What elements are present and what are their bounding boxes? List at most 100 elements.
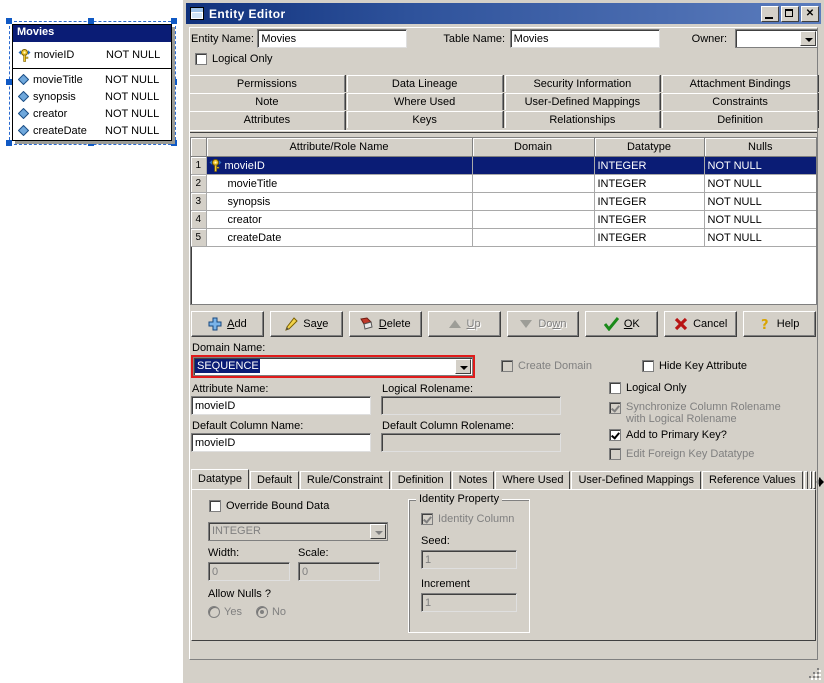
entity-attribute-row[interactable]: creator NOT NULL bbox=[18, 105, 171, 122]
logical-only-checkbox[interactable]: Logical Only bbox=[609, 382, 816, 394]
identity-column-checkbox[interactable]: Identity Column bbox=[421, 513, 514, 525]
hide-key-attribute-checkbox[interactable]: Hide Key Attribute bbox=[641, 360, 747, 372]
table-name-input[interactable] bbox=[509, 29, 660, 48]
cancel-button[interactable]: Cancel bbox=[664, 311, 738, 337]
tab-truncated[interactable]: D bbox=[803, 471, 808, 489]
tab-definition-bottom[interactable]: Definition bbox=[390, 471, 451, 489]
cell-nulls[interactable]: NOT NULL bbox=[704, 192, 816, 211]
add-to-primary-key-checkbox[interactable]: Add to Primary Key? bbox=[609, 429, 816, 441]
dialog-titlebar[interactable]: Entity Editor ✕ bbox=[186, 3, 821, 24]
cell-datatype[interactable]: INTEGER bbox=[594, 228, 705, 247]
scale-input[interactable] bbox=[298, 562, 380, 581]
cell-attribute-name[interactable]: synopsis bbox=[206, 192, 473, 211]
cell-nulls[interactable]: NOT NULL bbox=[704, 210, 816, 229]
synchronize-column-rolename-checkbox[interactable]: Synchronize Column Rolename with Logical… bbox=[609, 401, 816, 425]
allow-nulls-no-radio[interactable]: No bbox=[255, 606, 286, 618]
tab-constraints[interactable]: Constraints bbox=[662, 93, 818, 110]
cell-domain[interactable] bbox=[472, 210, 595, 229]
entity-attribute-row[interactable]: createDate NOT NULL bbox=[18, 122, 171, 139]
tab-where-used-bottom[interactable]: Where Used bbox=[495, 471, 571, 489]
diagram-canvas[interactable]: Movies movieID NOT NULL movieTitle NOT N… bbox=[0, 0, 183, 683]
cell-datatype[interactable]: INTEGER bbox=[594, 174, 705, 193]
tab-scroll-left-button[interactable] bbox=[809, 471, 820, 489]
cell-domain[interactable] bbox=[472, 192, 595, 211]
attributes-grid[interactable]: Attribute/Role Name Domain Datatype Null… bbox=[190, 137, 817, 305]
tab-attributes[interactable]: Attributes bbox=[189, 111, 345, 130]
logical-only-header-checkbox[interactable]: Logical Only bbox=[195, 53, 273, 65]
logical-rolename-input[interactable] bbox=[381, 396, 561, 415]
tab-security-information[interactable]: Security Information bbox=[504, 75, 661, 92]
entity-attribute-row[interactable]: movieTitle NOT NULL bbox=[18, 71, 171, 88]
tab-where-used[interactable]: Where Used bbox=[346, 93, 503, 110]
increment-input[interactable] bbox=[421, 593, 517, 612]
entity-name-input[interactable] bbox=[257, 29, 408, 48]
owner-combo[interactable] bbox=[734, 29, 819, 48]
entity-box-movies[interactable]: Movies movieID NOT NULL movieTitle NOT N… bbox=[12, 24, 172, 141]
tab-notes[interactable]: Notes bbox=[451, 471, 495, 489]
attribute-name-input[interactable] bbox=[191, 396, 371, 415]
tab-data-lineage[interactable]: Data Lineage bbox=[346, 75, 503, 92]
seed-input[interactable] bbox=[421, 550, 517, 569]
cell-nulls[interactable]: NOT NULL bbox=[704, 228, 816, 247]
close-button[interactable]: ✕ bbox=[801, 5, 819, 22]
delete-button[interactable]: Delete bbox=[348, 311, 422, 337]
cell-attribute-name[interactable]: movieID bbox=[206, 156, 473, 175]
grid-col-datatype[interactable]: Datatype bbox=[594, 138, 705, 157]
tab-attachment-bindings[interactable]: Attachment Bindings bbox=[662, 75, 818, 92]
tab-user-defined-mappings-bottom[interactable]: User-Defined Mappings bbox=[571, 471, 702, 489]
cell-domain[interactable] bbox=[472, 156, 595, 175]
grid-col-attribute-role-name[interactable]: Attribute/Role Name bbox=[206, 138, 473, 157]
tab-note[interactable]: Note bbox=[189, 93, 345, 110]
chevron-down-icon[interactable] bbox=[800, 31, 817, 46]
minimize-button[interactable] bbox=[761, 5, 779, 22]
resize-grip[interactable] bbox=[807, 666, 821, 680]
cell-nulls[interactable]: NOT NULL bbox=[704, 174, 816, 193]
tab-user-defined-mappings[interactable]: User-Defined Mappings bbox=[504, 93, 661, 110]
cell-domain[interactable] bbox=[472, 228, 595, 247]
grid-col-nulls[interactable]: Nulls bbox=[704, 138, 816, 157]
save-button[interactable]: Save bbox=[269, 311, 343, 337]
cell-nulls[interactable]: NOT NULL bbox=[704, 156, 816, 175]
ok-button[interactable]: OK bbox=[585, 311, 659, 337]
up-button[interactable]: Up bbox=[427, 311, 501, 337]
cell-datatype[interactable]: INTEGER bbox=[594, 156, 705, 175]
table-row[interactable]: 1 movieID INTEGER NOT NULL bbox=[191, 156, 816, 175]
entity-attribute-row[interactable]: synopsis NOT NULL bbox=[18, 88, 171, 105]
tab-reference-values[interactable]: Reference Values bbox=[702, 471, 803, 489]
entity-primary-key-row[interactable]: movieID NOT NULL bbox=[13, 42, 171, 69]
datatype-combo[interactable]: INTEGER bbox=[208, 522, 388, 541]
tab-permissions[interactable]: Permissions bbox=[189, 75, 345, 92]
cell-attribute-name[interactable]: createDate bbox=[206, 228, 473, 247]
tab-definition[interactable]: Definition bbox=[662, 111, 818, 128]
override-bound-data-checkbox[interactable]: Override Bound Data bbox=[209, 500, 329, 512]
maximize-button[interactable] bbox=[781, 5, 799, 22]
chevron-down-icon[interactable] bbox=[370, 524, 386, 539]
tab-rule-constraint[interactable]: Rule/Constraint bbox=[299, 471, 390, 489]
cell-domain[interactable] bbox=[472, 174, 595, 193]
tab-keys[interactable]: Keys bbox=[346, 111, 503, 128]
tab-datatype[interactable]: Datatype bbox=[191, 469, 250, 489]
domain-name-combo[interactable]: SEQUENCE bbox=[193, 357, 473, 376]
table-row[interactable]: 3 synopsis INTEGER NOT NULL bbox=[191, 192, 816, 211]
default-column-rolename-input[interactable] bbox=[381, 433, 561, 452]
cell-attribute-name[interactable]: creator bbox=[206, 210, 473, 229]
grid-col-domain[interactable]: Domain bbox=[472, 138, 595, 157]
cell-datatype[interactable]: INTEGER bbox=[594, 210, 705, 229]
width-input[interactable] bbox=[208, 562, 290, 581]
cell-attribute-name[interactable]: movieTitle bbox=[206, 174, 473, 193]
create-domain-checkbox[interactable]: Create Domain bbox=[501, 360, 592, 372]
down-button[interactable]: Down bbox=[506, 311, 580, 337]
tab-default[interactable]: Default bbox=[250, 471, 299, 489]
table-row[interactable]: 5 createDate INTEGER NOT NULL bbox=[191, 228, 816, 247]
cell-datatype[interactable]: INTEGER bbox=[594, 192, 705, 211]
tab-scroll-right-button[interactable] bbox=[813, 471, 823, 489]
table-row[interactable]: 2 movieTitle INTEGER NOT NULL bbox=[191, 174, 816, 193]
add-button[interactable]: Add bbox=[191, 311, 264, 337]
help-button[interactable]: ? Help bbox=[743, 311, 816, 337]
tab-relationships[interactable]: Relationships bbox=[504, 111, 661, 128]
chevron-down-icon[interactable] bbox=[455, 359, 471, 374]
allow-nulls-yes-radio[interactable]: Yes bbox=[208, 606, 242, 618]
edit-foreign-key-datatype-checkbox[interactable]: Edit Foreign Key Datatype bbox=[609, 448, 816, 460]
default-column-name-input[interactable] bbox=[191, 433, 371, 452]
table-row[interactable]: 4 creator INTEGER NOT NULL bbox=[191, 210, 816, 229]
